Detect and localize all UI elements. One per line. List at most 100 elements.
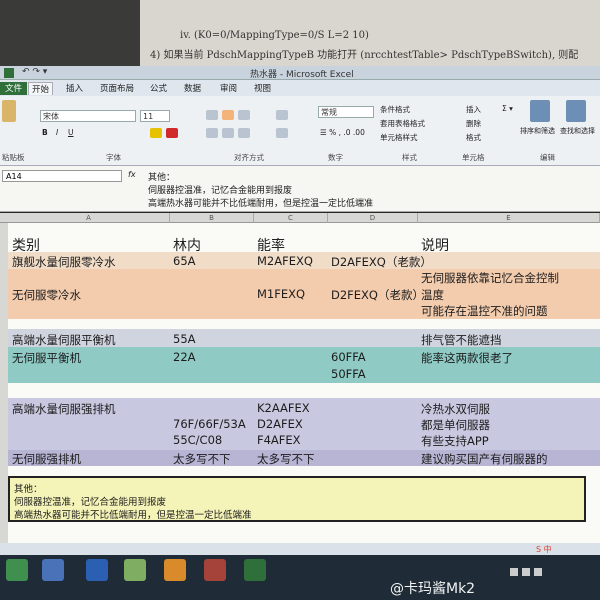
header-noritz[interactable]: 能率: [257, 235, 285, 255]
column-header-a[interactable]: A: [8, 213, 170, 223]
italic-button[interactable]: I: [56, 128, 58, 137]
cell-e-no-servo-forced[interactable]: 建议购买国产有伺服器的: [421, 451, 548, 467]
align-middle-icon[interactable]: [222, 110, 234, 120]
outlook-icon[interactable]: [164, 559, 186, 581]
insert-cells-button[interactable]: 插入: [466, 104, 481, 115]
tab-insert[interactable]: 插入: [66, 82, 83, 95]
bold-button[interactable]: B: [42, 128, 48, 137]
delete-cells-button[interactable]: 删除: [466, 118, 481, 129]
system-tray[interactable]: [510, 561, 570, 576]
wrap-text-icon[interactable]: [276, 110, 288, 120]
cell-d-no-servo-balance[interactable]: 60FFA: [331, 350, 366, 364]
explorer-icon[interactable]: [42, 559, 64, 581]
cell-d-no-servo-zero-cold[interactable]: D2FEXQ（老款）: [331, 287, 424, 303]
number-format-buttons[interactable]: ☰ % , .0 .00: [320, 128, 365, 137]
column-header-d[interactable]: D: [328, 213, 418, 223]
align-left-icon[interactable]: [206, 128, 218, 138]
paint-icon[interactable]: [124, 559, 146, 581]
cell-b-high-forced-3[interactable]: 55C/C08: [173, 433, 222, 447]
cell-c-no-servo-forced[interactable]: 太多写不下: [257, 451, 315, 467]
font-size-select[interactable]: 11: [140, 110, 170, 122]
cell-c-flagship[interactable]: M2AFEXQ: [257, 254, 313, 268]
cell-a-flagship[interactable]: 旗舰水量伺服零冷水: [12, 254, 116, 270]
cell-c-no-servo-zero-cold[interactable]: M1FEXQ: [257, 287, 305, 301]
find-select-icon[interactable]: [566, 100, 586, 122]
font-name-select[interactable]: 宋体: [40, 110, 136, 122]
cell-c-high-forced-1[interactable]: K2AAFEX: [257, 401, 310, 415]
sort-filter-icon[interactable]: [530, 100, 550, 122]
note-line-2: 高端热水器可能并不比低端耐用，但是控温一定比低端准: [14, 510, 252, 521]
cell-b-no-servo-forced[interactable]: 太多写不下: [173, 451, 231, 467]
tool-icon[interactable]: [204, 559, 226, 581]
note-title: 其他：: [14, 484, 43, 495]
desktop-icon[interactable]: [6, 559, 28, 581]
cell-e-high-forced-3[interactable]: 有些支持APP: [421, 433, 489, 449]
cell-a-no-servo-forced[interactable]: 无伺服强排机: [12, 451, 81, 467]
number-format-select[interactable]: 常规: [318, 106, 374, 118]
group-styles: 样式: [402, 153, 417, 162]
header-notes[interactable]: 说明: [421, 235, 449, 255]
cell-d-no-servo-balance-2[interactable]: 50FFA: [331, 367, 366, 381]
cell-a-high-balance[interactable]: 高端水量伺服平衡机: [12, 332, 116, 348]
cell-a-no-servo-zero-cold[interactable]: 无伺服零冷水: [12, 287, 81, 303]
conditional-format-button[interactable]: 条件格式: [380, 104, 410, 115]
underline-button[interactable]: U: [68, 128, 74, 137]
column-header-c[interactable]: C: [254, 213, 328, 223]
merge-cells-icon[interactable]: [276, 128, 288, 138]
table-format-button[interactable]: 套用表格格式: [380, 118, 425, 129]
formula-line-1[interactable]: 其他：: [148, 170, 175, 183]
column-header-b[interactable]: B: [170, 213, 254, 223]
cell-b-flagship[interactable]: 65A: [173, 254, 196, 268]
cell-b-high-forced-2[interactable]: 76F/66F/53A: [173, 417, 246, 431]
tab-data[interactable]: 数据: [184, 82, 201, 95]
fill-color-icon[interactable]: [150, 128, 162, 138]
background-word-window: iv. (K0=0/MappingType=0/S L=2 10) 4) 如果当…: [0, 0, 600, 68]
cell-a-no-servo-balance[interactable]: 无伺服平衡机: [12, 350, 81, 366]
ribbon-tabs: 文件 开始 插入 页面布局 公式 数据 审阅 视图: [0, 80, 600, 96]
excel-app-icon[interactable]: [4, 68, 14, 78]
tab-review[interactable]: 审阅: [220, 82, 237, 95]
cell-b-high-balance[interactable]: 55A: [173, 332, 196, 346]
status-bar: S 中: [0, 543, 600, 555]
selected-note-cell[interactable]: 其他： 伺服器控温准，记忆合金能用到报废 高端热水器可能并不比低端耐用，但是控温…: [8, 476, 586, 522]
excel-taskbar-icon[interactable]: [244, 559, 266, 581]
tab-home[interactable]: 开始: [28, 82, 54, 95]
cell-e-high-balance[interactable]: 排气管不能遮挡: [421, 332, 502, 348]
header-rinnai[interactable]: 林内: [173, 235, 201, 255]
cell-e-note-1[interactable]: 无伺服器依靠记忆合金控制: [421, 270, 559, 286]
format-cells-button[interactable]: 格式: [466, 132, 481, 143]
cell-d-flagship[interactable]: D2AFEXQ（老款）: [331, 254, 432, 270]
column-header-e[interactable]: E: [418, 213, 600, 223]
cell-a-high-forced[interactable]: 高端水量伺服强排机: [12, 401, 116, 417]
cell-e-high-forced-1[interactable]: 冷热水双伺服: [421, 401, 490, 417]
cell-c-high-forced-3[interactable]: F4AFEX: [257, 433, 301, 447]
window-title: 热水器 - Microsoft Excel: [250, 70, 354, 80]
cell-style-button[interactable]: 单元格样式: [380, 132, 418, 143]
cell-e-high-forced-2[interactable]: 都是单伺服器: [421, 417, 490, 433]
fx-label[interactable]: fx: [128, 170, 136, 179]
word-taskbar-icon[interactable]: [86, 559, 108, 581]
font-color-icon[interactable]: [166, 128, 178, 138]
cell-b-no-servo-balance[interactable]: 22A: [173, 350, 196, 364]
formula-line-2[interactable]: 伺服器控温准，记忆合金能用到报废: [148, 183, 292, 196]
quick-access-toolbar[interactable]: ↶ ↷ ▾: [22, 67, 47, 77]
formula-line-3[interactable]: 高端热水器可能并不比低端耐用，但是控温一定比低端准: [148, 196, 373, 209]
ime-tray[interactable]: S 中: [536, 544, 552, 555]
tab-formulas[interactable]: 公式: [150, 82, 167, 95]
tab-file[interactable]: 文件: [0, 82, 28, 95]
tab-page-layout[interactable]: 页面布局: [100, 82, 134, 95]
cell-e-no-servo-balance[interactable]: 能率这两款很老了: [421, 350, 513, 366]
tab-view[interactable]: 视图: [254, 82, 271, 95]
align-top-icon[interactable]: [206, 110, 218, 120]
sort-filter-label: 排序和筛选: [520, 127, 555, 135]
name-box[interactable]: A14: [2, 170, 122, 182]
cell-c-high-forced-2[interactable]: D2AFEX: [257, 417, 303, 431]
align-center-icon[interactable]: [222, 128, 234, 138]
cell-e-note-2[interactable]: 温度: [421, 287, 444, 303]
cell-e-note-3[interactable]: 可能存在温控不准的问题: [421, 303, 548, 319]
align-right-icon[interactable]: [238, 128, 250, 138]
align-bottom-icon[interactable]: [238, 110, 250, 120]
header-category[interactable]: 类别: [12, 235, 40, 255]
autosum-button[interactable]: Σ ▾: [502, 104, 513, 113]
paste-icon[interactable]: [2, 100, 16, 122]
